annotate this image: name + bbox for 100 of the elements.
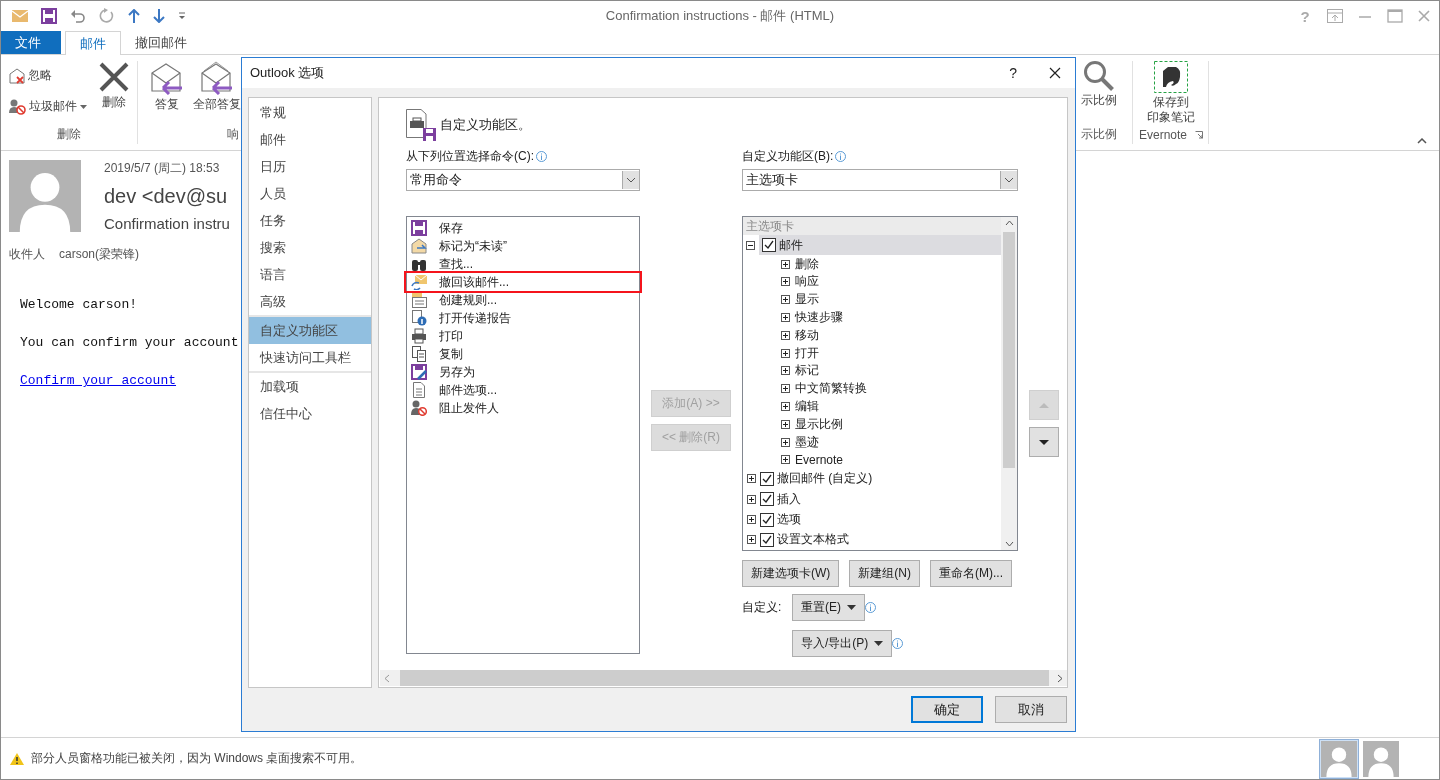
tree-item[interactable]: 快速步骤 xyxy=(743,308,1001,327)
command-item[interactable]: 复制 xyxy=(407,345,639,363)
ribbon-tab[interactable]: 邮件 xyxy=(65,31,121,55)
tree-action-button[interactable]: 新建组(N) xyxy=(849,560,920,587)
checkbox[interactable] xyxy=(762,238,776,253)
ribbon-button[interactable]: 删除 xyxy=(95,61,133,124)
tree-item[interactable]: 显示比例 xyxy=(743,415,1001,434)
nav-item[interactable]: 常规 xyxy=(249,99,371,126)
nav-item[interactable]: 语言 xyxy=(249,261,371,288)
expand-icon[interactable] xyxy=(781,330,790,340)
expand-icon[interactable] xyxy=(747,515,756,525)
nav-item[interactable]: 搜索 xyxy=(249,234,371,261)
chevron-right-icon[interactable] xyxy=(1057,673,1063,683)
warning-icon xyxy=(9,751,25,766)
expand-icon[interactable] xyxy=(781,348,790,358)
expand-icon[interactable] xyxy=(781,277,790,287)
command-item[interactable]: 创建规则... xyxy=(407,291,639,309)
close-icon[interactable] xyxy=(1049,67,1061,79)
info-icon xyxy=(835,150,847,162)
dropdown[interactable]: 常用命令 xyxy=(406,169,640,191)
save-icon[interactable] xyxy=(41,8,57,24)
checkbox[interactable] xyxy=(760,492,774,507)
tree-item[interactable]: 标记 xyxy=(743,362,1001,380)
command-item[interactable]: 保存 xyxy=(407,219,639,237)
expand-icon[interactable] xyxy=(781,384,790,394)
magnifier-icon xyxy=(1084,61,1114,91)
ribbon-tab[interactable]: 文件 xyxy=(1,31,61,54)
dropdown[interactable]: 主选项卡 xyxy=(742,169,1018,191)
ribbon-button[interactable]: 垃圾邮件 xyxy=(7,96,89,117)
customize-icon[interactable] xyxy=(178,12,186,20)
nav-item[interactable]: 快速访问工具栏 xyxy=(249,344,371,371)
checkbox[interactable] xyxy=(760,472,774,486)
command-item[interactable]: 查找... xyxy=(407,255,639,273)
expand-icon[interactable] xyxy=(781,437,790,447)
command-item[interactable]: 撤回该邮件... xyxy=(404,271,642,293)
nav-item[interactable]: 邮件 xyxy=(249,126,371,153)
import-export-button[interactable]: 导入/导出(P) xyxy=(792,630,893,657)
expand-icon[interactable] xyxy=(781,455,790,465)
nav-item[interactable]: 自定义功能区 xyxy=(249,317,371,344)
tree-action-button[interactable]: 重命名(M)... xyxy=(930,560,1012,587)
dialog-button[interactable]: 取消 xyxy=(995,696,1067,723)
ribbon-tab[interactable]: 撤回邮件 xyxy=(121,31,201,54)
nav-item[interactable]: 任务 xyxy=(249,207,371,234)
collapse-icon[interactable] xyxy=(746,240,755,250)
tree-action-button[interactable]: 新建选项卡(W) xyxy=(742,560,840,587)
horizontal-scrollbar[interactable] xyxy=(380,670,1067,686)
dialog-button[interactable]: 确定 xyxy=(911,696,983,723)
tree-item[interactable]: 插入 xyxy=(743,489,1001,510)
ribbon-button[interactable]: 保存到 印象笔记 xyxy=(1144,61,1198,125)
collapse-icon[interactable] xyxy=(1417,138,1427,144)
nav-item[interactable]: 加载项 xyxy=(249,373,371,400)
tree-item[interactable]: 撤回邮件 (自定义) xyxy=(743,468,1001,490)
ribbon-button[interactable]: 忽略 xyxy=(7,65,89,86)
tree-item[interactable]: 删除 xyxy=(743,255,1001,274)
expand-icon[interactable] xyxy=(747,474,756,484)
tree-item[interactable]: 移动 xyxy=(743,326,1001,345)
checkbox[interactable] xyxy=(760,512,774,527)
expand-icon[interactable] xyxy=(747,535,756,545)
confirm-link[interactable]: Confirm your account xyxy=(20,373,177,388)
expand-icon[interactable] xyxy=(781,366,790,376)
tree-item[interactable]: 显示 xyxy=(743,290,1001,309)
nav-item[interactable]: 信任中心 xyxy=(249,400,371,427)
command-item[interactable]: 阻止发件人 xyxy=(407,399,639,417)
undo-icon[interactable] xyxy=(70,9,86,23)
expand-icon[interactable] xyxy=(781,295,790,305)
nav-item[interactable]: 人员 xyxy=(249,180,371,207)
tree-item[interactable]: 墨迹 xyxy=(743,433,1001,452)
tree-item[interactable]: 设置文本格式 xyxy=(743,529,1001,550)
move-down-button[interactable] xyxy=(1029,427,1059,457)
down-arrow-icon[interactable] xyxy=(153,9,165,23)
ribbon-button[interactable]: 答复 xyxy=(146,61,188,124)
command-item[interactable]: 打开传递报告 xyxy=(407,309,639,327)
help-button[interactable]: ? xyxy=(1009,65,1017,81)
reset-button[interactable]: 重置(E) xyxy=(792,594,865,621)
tree-item[interactable]: 打开 xyxy=(743,344,1001,363)
expand-icon[interactable] xyxy=(781,419,790,429)
checkbox[interactable] xyxy=(760,532,774,547)
command-item[interactable]: 邮件选项... xyxy=(407,381,639,399)
tree-item[interactable]: Evernote xyxy=(743,451,1001,469)
command-item[interactable]: 另存为 xyxy=(407,363,639,381)
copy-icon xyxy=(411,346,427,362)
command-item[interactable]: 打印 xyxy=(407,327,639,345)
expand-icon[interactable] xyxy=(747,494,756,504)
chevron-down-icon[interactable] xyxy=(1004,541,1014,547)
expand-icon[interactable] xyxy=(781,402,790,412)
ribbon-button[interactable]: 示比例 xyxy=(1081,61,1117,124)
up-arrow-icon[interactable] xyxy=(128,9,140,23)
tree-item[interactable]: 响应 xyxy=(743,273,1001,291)
vertical-scrollbar[interactable] xyxy=(1001,217,1017,550)
command-item[interactable]: 标记为“未读” xyxy=(407,237,639,255)
tree-item[interactable]: 选项 xyxy=(743,509,1001,530)
tree-item[interactable]: 中文简繁转换 xyxy=(743,379,1001,398)
nav-item[interactable]: 日历 xyxy=(249,153,371,180)
nav-item[interactable]: 高级 xyxy=(249,288,371,315)
tree-item[interactable]: 编辑 xyxy=(743,397,1001,416)
ribbon-button[interactable]: 全部答复 xyxy=(190,61,244,124)
expand-icon[interactable] xyxy=(781,313,790,323)
expand-icon[interactable] xyxy=(781,259,790,269)
launcher-icon[interactable] xyxy=(1195,130,1203,139)
chevron-up-icon[interactable] xyxy=(1004,220,1014,226)
